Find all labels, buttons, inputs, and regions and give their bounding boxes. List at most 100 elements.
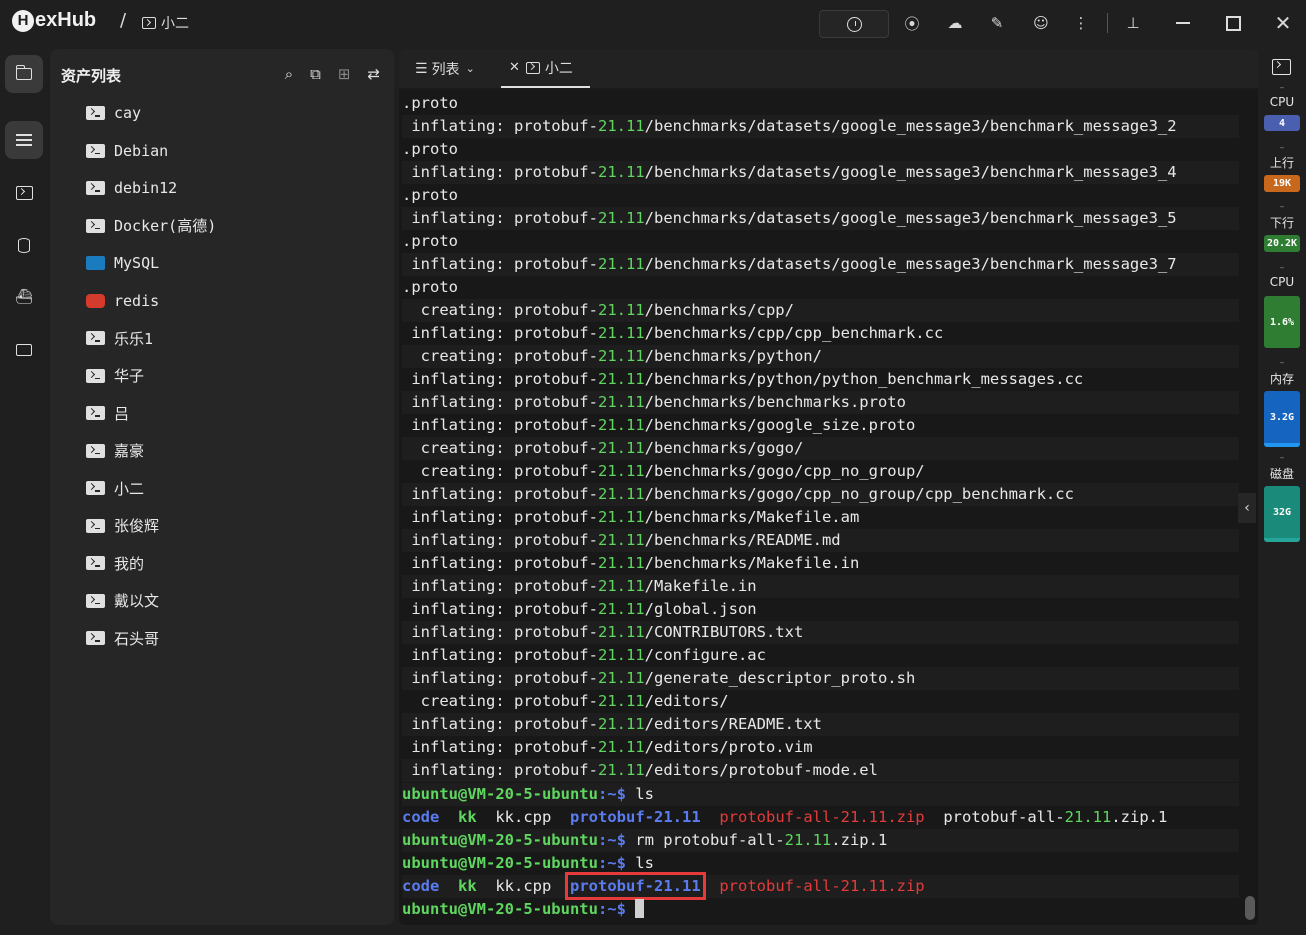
tab-session-label: 小二 <box>544 60 573 77</box>
terminal-scrollbar-thumb[interactable] <box>1245 896 1255 920</box>
cpu-cores-label: CPU <box>1269 95 1295 109</box>
sync-button[interactable] <box>819 10 889 38</box>
terminal-line: creating: protobuf-21.11/benchmarks/gogo… <box>402 437 1239 460</box>
left-nav: ⛴ <box>0 46 48 935</box>
terminal-output[interactable]: .proto inflating: protobuf-21.11/benchma… <box>399 90 1258 925</box>
collapse-monitor-button[interactable]: ‹ <box>1238 493 1256 523</box>
logo-icon: H <box>12 9 34 32</box>
line-text: .proto <box>402 140 458 158</box>
asset-item[interactable]: 嘉豪 <box>86 439 144 463</box>
monitor-terminal-button[interactable] <box>1272 59 1296 79</box>
line-pkg-version: 21.11 <box>597 646 645 664</box>
asset-item[interactable]: 我的 <box>86 551 144 575</box>
asset-item[interactable]: 戴以文 <box>86 589 159 613</box>
line-action: inflating: <box>402 577 514 595</box>
nav-terminal[interactable] <box>5 174 43 212</box>
nav-database[interactable] <box>5 226 43 264</box>
asset-item[interactable]: Debian <box>86 139 168 163</box>
asset-item-label: 乐乐1 <box>114 329 154 348</box>
terminal-line: inflating: protobuf-21.11/benchmarks/dat… <box>402 253 1239 276</box>
asset-item[interactable]: Docker(高德) <box>86 214 216 238</box>
line-pkg-version: 21.11 <box>597 531 645 549</box>
close-window-button[interactable]: ✕ <box>1272 10 1294 36</box>
nav-list[interactable] <box>5 121 43 159</box>
nav-remote-desktop[interactable] <box>5 331 43 369</box>
line-path: /Makefile.in <box>644 577 757 595</box>
asset-item[interactable]: 华子 <box>86 364 144 388</box>
asset-item[interactable]: redis <box>86 289 159 313</box>
tab-close-icon[interactable]: ✕ <box>509 60 520 75</box>
terminal-line: inflating: protobuf-21.11/benchmarks/cpp… <box>402 322 1239 345</box>
list-icon <box>16 134 32 146</box>
link-icon[interactable]: ⇄ <box>367 65 380 83</box>
tab-session[interactable]: ✕ 小二 <box>501 49 590 88</box>
terminal-icon <box>1272 59 1291 75</box>
asset-item[interactable]: 乐乐1 <box>86 326 153 350</box>
search-icon[interactable]: ⌕ <box>285 65 293 83</box>
asset-item[interactable]: 小二 <box>86 476 144 500</box>
ls-item-code: code <box>402 877 440 895</box>
terminal-icon <box>86 406 105 420</box>
title-session[interactable]: 小二 <box>142 13 189 33</box>
tab-list[interactable]: ☰ 列表 ⌄ <box>415 49 475 88</box>
nav-assets[interactable] <box>5 55 43 93</box>
asset-item[interactable]: MySQL <box>86 251 159 275</box>
add-session-icon[interactable]: ⧉ <box>310 65 321 83</box>
line-pkg-prefix: protobuf- <box>513 646 598 664</box>
cloud-sync-icon: ☁ <box>947 14 963 32</box>
cloud-sync-button[interactable]: ☁ <box>944 10 966 36</box>
asset-item[interactable]: 石头哥 <box>86 626 159 650</box>
asset-item[interactable]: cay <box>86 101 141 125</box>
terminal-line: inflating: protobuf-21.11/benchmarks/dat… <box>402 115 1239 138</box>
terminal-line: creating: protobuf-21.11/benchmarks/gogo… <box>402 460 1239 483</box>
prompt-path: :~$ <box>597 900 626 918</box>
terminal-line: inflating: protobuf-21.11/benchmarks/Mak… <box>402 506 1239 529</box>
command-rm-version: 21.11 <box>784 831 832 849</box>
command-text: ls <box>625 854 654 872</box>
terminal-line: .proto <box>402 276 1239 299</box>
maximize-button[interactable] <box>1222 10 1244 36</box>
terminal-line: creating: protobuf-21.11/benchmarks/pyth… <box>402 345 1239 368</box>
line-pkg-version: 21.11 <box>597 600 645 618</box>
terminal-icon <box>86 181 105 195</box>
upload-label: 上行 <box>1269 156 1294 170</box>
line-text: .proto <box>402 186 458 204</box>
minimize-button[interactable] <box>1172 10 1194 36</box>
terminal-icon <box>86 593 105 608</box>
wifi-button[interactable]: ⦿ <box>902 10 922 36</box>
pin-button[interactable]: ⊥ <box>1123 10 1143 36</box>
magic-icon: ✎ <box>990 14 1004 32</box>
ls-item-protobuf-zip: protobuf-all-21.11.zip <box>719 877 925 895</box>
cpu-usage-badge: 1.6% <box>1264 296 1300 348</box>
line-action: inflating: <box>402 623 514 641</box>
asset-item-label: 小二 <box>114 479 145 498</box>
asset-item[interactable]: 张俊辉 <box>86 514 159 538</box>
line-action: inflating: <box>402 393 514 411</box>
terminal-icon <box>86 556 105 570</box>
asset-item[interactable]: debin12 <box>86 176 177 200</box>
asset-item[interactable]: 吕 <box>86 401 129 425</box>
terminal-line: inflating: protobuf-21.11/global.json <box>402 598 1239 621</box>
ls-output-2: code kk kk.cpp protobuf-21.11 protobuf-a… <box>402 872 1239 900</box>
remote-desktop-icon <box>16 344 32 356</box>
magic-button[interactable]: ✎ <box>987 10 1007 36</box>
terminal-icon <box>86 218 105 233</box>
line-action: creating: <box>402 439 514 457</box>
upload-badge: 19K <box>1264 175 1300 192</box>
line-path: /benchmarks/python/ <box>644 347 822 365</box>
ls-item-zip1-version: 21.11 <box>1064 808 1112 826</box>
terminal-cursor <box>635 899 645 918</box>
line-pkg-version: 21.11 <box>597 738 645 756</box>
line-pkg-version: 21.11 <box>597 669 645 687</box>
new-folder-icon[interactable]: ⊞ <box>338 65 351 83</box>
download-label: 下行 <box>1269 216 1294 230</box>
divider: – <box>1279 202 1285 212</box>
disk-label: 磁盘 <box>1269 467 1294 481</box>
command-rm-prefix: rm protobuf-all- <box>625 831 785 849</box>
user-button[interactable]: ☺ <box>1031 10 1051 36</box>
line-path: /benchmarks/cpp/cpp_benchmark.cc <box>644 324 944 342</box>
line-pkg-prefix: protobuf- <box>513 623 598 641</box>
more-button[interactable]: ⋮ <box>1074 10 1089 36</box>
nav-docker[interactable]: ⛴ <box>5 278 43 316</box>
line-action: creating: <box>402 692 514 710</box>
